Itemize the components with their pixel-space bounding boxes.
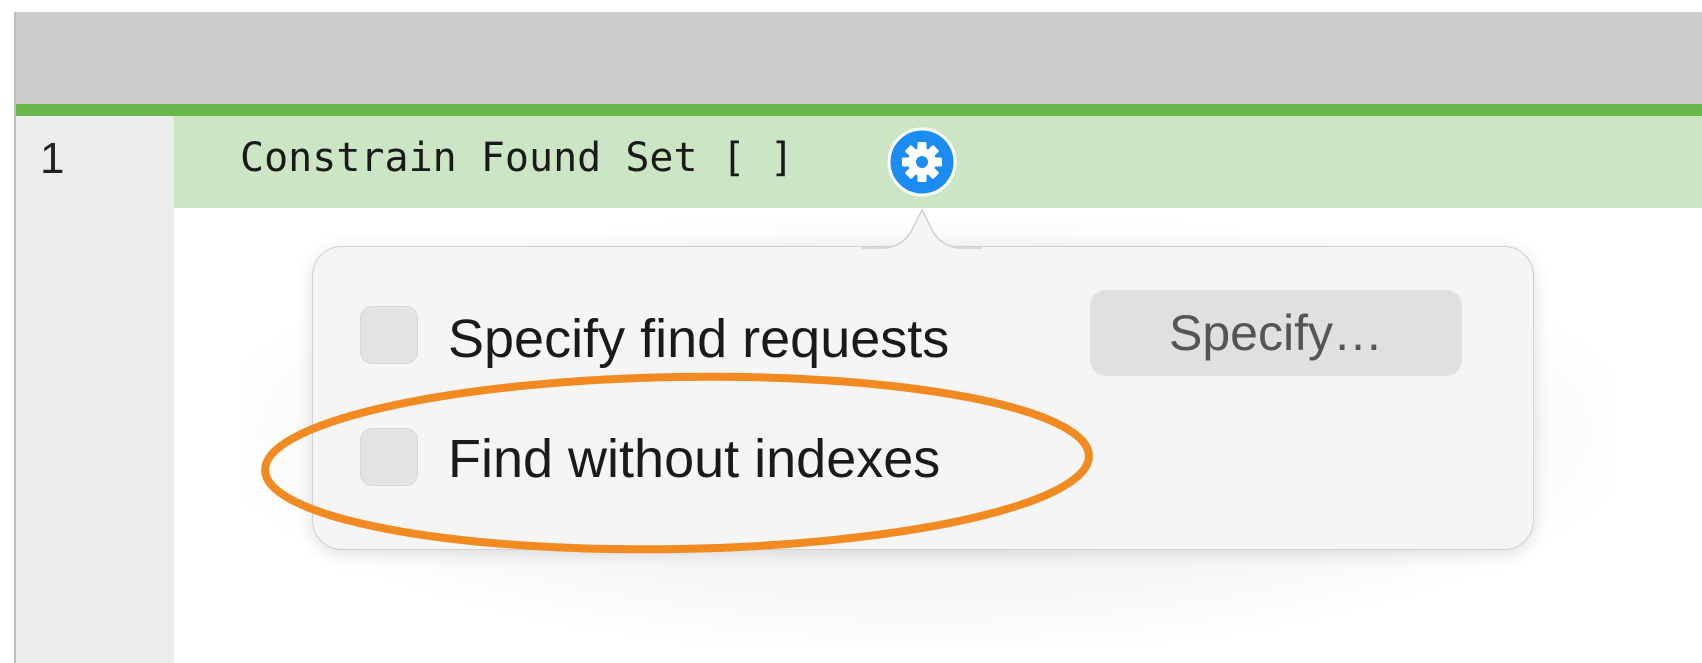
popover-arrow [862,208,982,250]
gear-icon[interactable] [886,126,958,198]
line-number-gutter [16,116,174,663]
specify-find-requests-label[interactable]: Specify find requests [448,308,949,370]
script-toolbar [16,12,1702,104]
find-without-indexes-label[interactable]: Find without indexes [448,428,940,490]
active-step-indicator [16,104,1702,116]
specify-button[interactable]: Specify… [1090,290,1462,376]
script-step-text[interactable]: Constrain Found Set [ ] [240,132,794,184]
find-without-indexes-checkbox[interactable] [360,428,418,486]
specify-find-requests-checkbox[interactable] [360,306,418,364]
script-workspace: 1 Constrain Found Set [ ] Specify find r… [0,0,1702,663]
line-number: 1 [40,134,65,183]
